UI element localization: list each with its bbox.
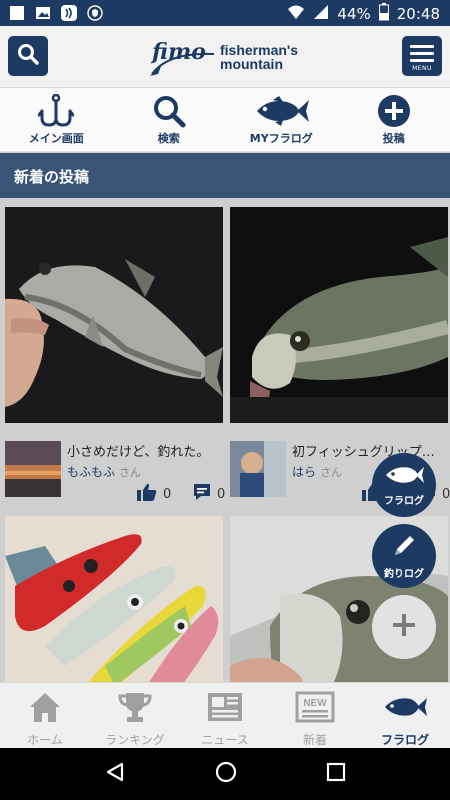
bottom-tab-bar: ホーム ランキング ニュース NEW 新着 フラログ [0, 682, 450, 748]
clock: 20:48 [396, 5, 440, 23]
trophy-icon [117, 689, 153, 725]
new-badge-icon: NEW [295, 689, 335, 725]
fishing-log-fab[interactable]: 釣りログ [372, 524, 436, 588]
post-photo[interactable] [230, 207, 448, 423]
author-honorific: さん [320, 466, 343, 479]
post-author[interactable]: はら さん [292, 463, 342, 480]
plus-circle-icon [377, 94, 411, 128]
tab-news[interactable]: ニュース [180, 683, 270, 748]
back-icon[interactable] [104, 761, 126, 787]
comment-button[interactable]: 0 [193, 483, 225, 505]
author-avatar[interactable] [5, 441, 61, 497]
post-photo[interactable] [5, 207, 223, 423]
app-header: fimo fisherman's mountain MENU [0, 26, 450, 88]
logo-line-2: mountain [220, 56, 283, 72]
fishhook-icon [38, 94, 75, 128]
tab-label-home: ホーム [27, 733, 63, 747]
post-author[interactable]: もふもふ さん [67, 463, 141, 480]
tab-fralog[interactable]: フラログ [360, 683, 450, 748]
comment-count: 0 [442, 486, 450, 502]
pencil-icon [391, 533, 417, 563]
search-icon [16, 42, 40, 70]
tab-ranking[interactable]: ランキング [90, 683, 180, 748]
home-icon [28, 689, 62, 725]
author-name: もふもふ [67, 465, 116, 479]
post-title[interactable]: 小さめだけど、釣れた。 [67, 441, 225, 460]
hamburger-icon [410, 44, 434, 62]
signal-icon [313, 4, 329, 24]
nav-item-search[interactable]: 検索 [113, 88, 226, 151]
system-nav-bar [0, 748, 450, 800]
fralog-fab-label: フラログ [384, 495, 424, 507]
image-icon [34, 4, 52, 22]
svg-text:NEW: NEW [303, 698, 327, 709]
menu-label: MENU [412, 64, 432, 72]
search-icon [152, 94, 186, 128]
author-avatar[interactable] [230, 441, 286, 497]
header-search-button[interactable] [8, 36, 48, 76]
fralog-fab[interactable]: フラログ [372, 453, 436, 517]
logo-swoosh [150, 52, 215, 76]
like-count: 0 [163, 486, 172, 502]
nav-item-main[interactable]: メイン画面 [0, 88, 113, 151]
add-fab[interactable] [372, 595, 436, 659]
home-circle-icon[interactable] [215, 761, 237, 787]
plus-icon [391, 612, 417, 642]
nav-item-post[interactable]: 投稿 [338, 88, 450, 151]
tab-label-news: ニュース [201, 733, 249, 747]
tab-label-fralog: フラログ [380, 733, 429, 747]
author-honorific: さん [119, 466, 142, 479]
wifi-icon [287, 4, 305, 24]
section-title: 新着の投稿 [0, 153, 450, 198]
nav-item-my-fralog[interactable]: MYフラログ [225, 88, 338, 151]
nfc-icon [60, 4, 78, 22]
post-title[interactable]: 初フィッシュグリップ… [292, 441, 450, 460]
recents-icon[interactable] [326, 762, 346, 786]
fish-icon [253, 94, 310, 128]
battery-icon [378, 3, 389, 25]
comment-icon [193, 483, 211, 505]
fish-icon [383, 689, 427, 725]
nav-label-my-fralog: MYフラログ [249, 132, 313, 145]
header-menu-button[interactable]: MENU [402, 36, 442, 76]
fishing-log-fab-label: 釣りログ [384, 568, 424, 580]
app-logo[interactable]: fimo fisherman's mountain [148, 38, 308, 78]
tab-label-ranking: ランキング [105, 733, 165, 747]
notification-square-icon [8, 4, 26, 22]
status-bar: 44% 20:48 [0, 0, 450, 26]
fish-icon [384, 464, 424, 490]
tab-home[interactable]: ホーム [0, 683, 90, 748]
post-photo[interactable] [5, 516, 223, 682]
tab-new[interactable]: NEW 新着 [270, 683, 360, 748]
newspaper-icon [206, 689, 244, 725]
nav-label-main: メイン画面 [28, 132, 84, 145]
comment-count: 0 [217, 486, 226, 502]
author-name: はら [292, 465, 317, 479]
like-button[interactable]: 0 [137, 483, 171, 505]
post-meta: 小さめだけど、釣れた。 もふもふ さん 0 0 [5, 437, 225, 507]
nav-label-post: 投稿 [382, 132, 405, 145]
battery-level: 44% [337, 5, 371, 23]
quick-nav: メイン画面 検索 MYフラログ 投稿 [0, 88, 450, 152]
nav-label-search: 検索 [157, 132, 180, 145]
shield-icon [86, 4, 104, 22]
thumbs-up-icon [137, 483, 157, 505]
tab-label-new: 新着 [302, 733, 327, 747]
